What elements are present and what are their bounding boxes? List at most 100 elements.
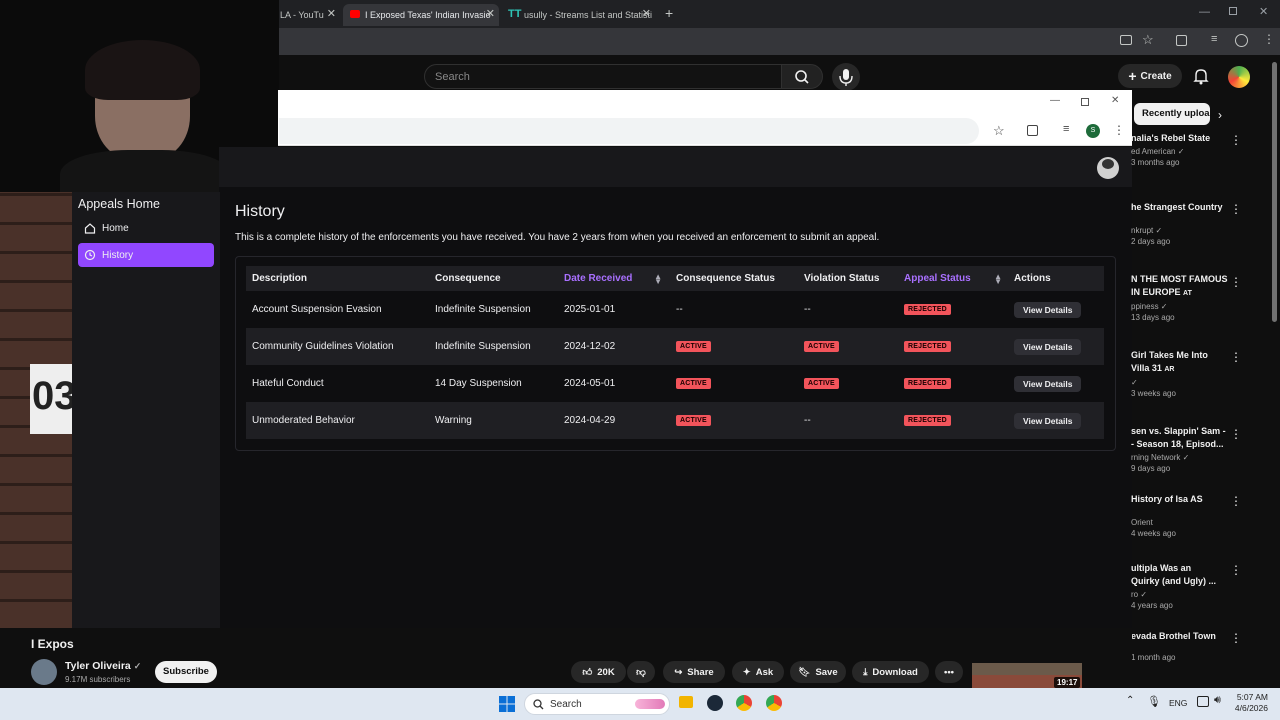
recommendation-item[interactable]: Girl Takes Me Into Villa 31 AR ✓ 3 weeks… [1131,349,1231,398]
video-thumbnail[interactable]: 19:17 [972,663,1082,688]
sidebar-item-history[interactable]: History [78,243,214,267]
avatar[interactable] [1228,66,1250,88]
profile-icon[interactable] [1235,34,1248,47]
media-icon[interactable]: ≡ [1211,33,1217,45]
recommendation-item[interactable]: evada Brothel Town 1 month ago [1131,630,1231,662]
sort-icon: ▲ ▼ [654,272,662,286]
menu-icon[interactable]: ⋮ [1263,32,1275,46]
more-options-icon[interactable]: ⋮ [1230,133,1242,147]
microphone-icon[interactable]: 🎙︎ [1147,695,1161,708]
close-icon[interactable]: ✕ [486,7,495,20]
voice-search-button[interactable] [832,63,860,91]
windows-start-icon[interactable] [499,696,515,712]
minimize-icon[interactable]: — [1199,6,1210,18]
chevron-up-icon[interactable]: ⌃ [1126,695,1134,706]
file-explorer-icon[interactable] [679,696,693,708]
browser-tab[interactable]: TT usully - Streams List and Statisti ✕ [505,4,655,26]
subscribe-button[interactable]: Subscribe [155,661,217,683]
recommendation-item[interactable]: History of Isa AS Orient 4 weeks ago [1131,493,1231,538]
extensions-icon[interactable] [1027,125,1038,136]
recommendation-item[interactable]: sen vs. Slappin' Sam - - Season 18, Epis… [1131,425,1231,473]
rec-channel: ed American [1131,147,1176,156]
youtube-search-input[interactable]: Search [424,64,782,89]
star-icon[interactable]: ☆ [1142,32,1154,48]
view-details-button[interactable]: View Details [1014,412,1082,429]
header-appeal-status[interactable]: Appeal Status ▲ ▼ [904,266,1002,291]
taskbar-search-input[interactable]: Search [524,693,670,715]
recommendation-item[interactable]: nalia's Rebel State ed American ✓ 3 mont… [1131,132,1231,167]
ask-button[interactable]: ✦ Ask [732,661,784,683]
video-player-area[interactable]: 03 [0,192,72,628]
more-options-icon[interactable]: ⋮ [1230,427,1242,441]
download-button[interactable]: ⤓ Download [852,661,929,683]
close-icon[interactable]: ✕ [642,7,651,20]
address-bar[interactable] [279,118,979,144]
volume-icon[interactable]: 🔊︎ [1214,694,1221,707]
chevron-right-icon[interactable]: › [1218,108,1222,122]
dislike-button[interactable]: 👎︎ [627,661,655,683]
maximize-icon[interactable] [1081,98,1089,106]
view-details-button[interactable]: View Details [1014,338,1082,355]
maximize-icon[interactable] [1229,7,1237,15]
view-details-button[interactable]: View Details [1014,301,1082,318]
youtube-search-button[interactable] [781,64,823,89]
more-options-icon[interactable]: ⋮ [1230,563,1242,577]
save-label: Save [815,666,838,678]
thumbs-down-icon: 👎︎ [636,667,646,678]
steam-icon[interactable] [707,695,723,711]
close-icon[interactable]: ✕ [327,7,336,20]
close-window-icon[interactable]: ✕ [1259,5,1268,18]
share-button[interactable]: ↪ Share [663,661,725,683]
tab-title: LA - YouTu [280,10,324,20]
filter-chip-recently-uploaded[interactable]: Recently uploa [1134,103,1210,125]
more-options-icon[interactable]: ⋮ [1230,202,1242,216]
browser-tab[interactable]: LA - YouTu ✕ [278,4,340,26]
scrollbar[interactable] [1272,62,1277,322]
chrome-icon[interactable] [766,695,782,711]
create-button[interactable]: + Create [1118,64,1182,88]
status-badge: REJECTED [904,415,951,426]
extensions-icon[interactable] [1176,35,1187,46]
rec-channel: ro [1131,590,1139,599]
tab-title: usully - Streams List and Statisti [524,10,653,20]
close-window-icon[interactable]: ✕ [1111,95,1119,106]
more-actions-button[interactable]: ••• [935,661,963,683]
header-date-received[interactable]: Date Received ▲ ▼ [564,266,662,291]
search-highlight-icon [635,699,665,709]
profile-icon[interactable]: S [1086,124,1100,138]
cell-date: 2025-01-01 [564,304,616,315]
star-icon[interactable]: ☆ [993,123,1005,139]
rec-meta: 2 days ago [1131,237,1171,246]
like-button[interactable]: 👍︎ 20K [571,661,626,683]
share-label: Share [687,666,714,678]
notifications-bell-icon[interactable] [1192,67,1210,85]
sidebar-item-home[interactable]: Home [78,216,214,240]
cast-icon[interactable] [1120,35,1132,45]
menu-icon[interactable]: ⋮ [1113,123,1125,137]
more-options-icon[interactable]: ⋮ [1230,275,1242,289]
chrome-icon[interactable] [736,695,752,711]
new-tab-icon[interactable]: + [665,5,673,21]
monitor-icon[interactable] [1197,696,1209,707]
channel-avatar[interactable] [31,659,57,685]
table-row: Unmoderated Behavior Warning 2024-04-29 … [246,402,1104,439]
header-consequence-status: Consequence Status [676,273,775,284]
save-button[interactable]: 🔖︎ Save [790,661,846,683]
recommendation-item[interactable]: ultipla Was an Quirky (and Ugly) ... ro … [1131,562,1231,610]
view-details-button[interactable]: View Details [1014,375,1082,392]
more-options-icon[interactable]: ⋮ [1230,494,1242,508]
clock[interactable]: 5:07 AM 4/6/2026 [1228,692,1268,714]
sidebar-item-label: Home [102,222,129,234]
more-options-icon[interactable]: ⋮ [1230,350,1242,364]
sort-icon: ▲ ▼ [994,272,1002,286]
subscriber-count: 9.17M subscribers [65,675,131,684]
recommendation-item[interactable]: N THE MOST FAMOUS IN EUROPE AT ppiness ✓… [1131,273,1231,322]
more-options-icon[interactable]: ⋮ [1230,631,1242,645]
media-icon[interactable]: ≡ [1063,123,1069,135]
minimize-icon[interactable]: — [1050,95,1060,106]
header-violation-status: Violation Status [804,273,880,284]
browser-tab-active[interactable]: I Exposed Texas' Indian Invasio ✕ [343,4,499,26]
channel-name[interactable]: Tyler Oliveira ✓ [65,660,141,672]
language-indicator[interactable]: ENG [1169,698,1187,708]
recommendation-item[interactable]: he Strangest Country nkrupt ✓ 2 days ago [1131,201,1231,246]
